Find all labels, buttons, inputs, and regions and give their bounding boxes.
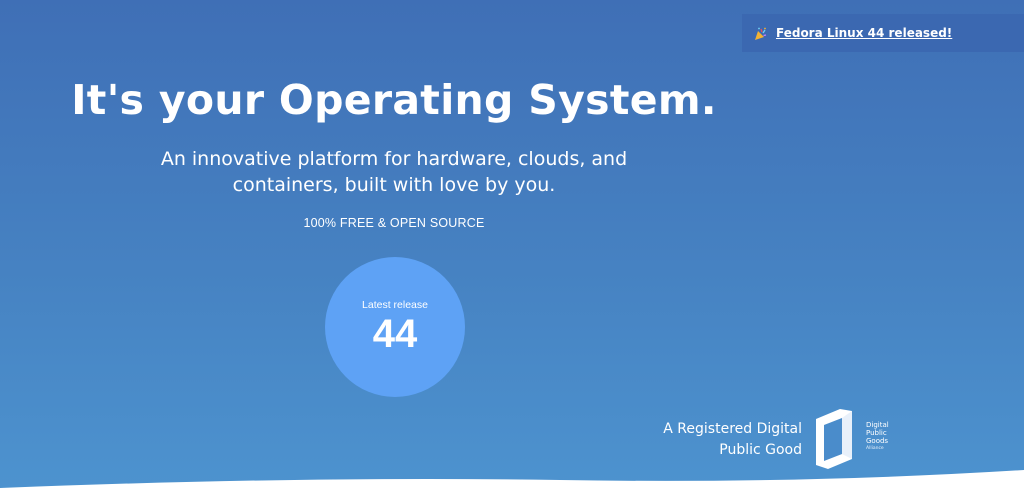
- announcement-banner: Fedora Linux 44 released!: [742, 14, 1024, 52]
- latest-release-version: 44: [372, 312, 418, 356]
- hero-title: It's your Operating System.: [71, 76, 717, 124]
- dpg-alliance-logo-icon[interactable]: [812, 407, 912, 471]
- latest-release-label: Latest release: [362, 299, 428, 311]
- release-announcement-link[interactable]: Fedora Linux 44 released!: [776, 26, 952, 40]
- party-popper-icon: [754, 26, 768, 40]
- dpg-logo-wordmark: Digital Public Goods Alliance: [866, 421, 889, 453]
- hero-subtitle: An innovative platform for hardware, clo…: [0, 146, 788, 198]
- dpg-text-line-2: Public Good: [719, 442, 802, 458]
- bottom-wave-divider: [0, 470, 1024, 490]
- dpg-logo-line-2: Public: [866, 429, 887, 437]
- hero-subtitle-line-1: An innovative platform for hardware, clo…: [160, 148, 628, 170]
- dpg-logo-line-3: Goods: [866, 437, 889, 445]
- dpg-text-line-1: A Registered Digital: [663, 421, 802, 437]
- dpg-logo-line-4: Alliance: [866, 446, 884, 451]
- hero-subtitle-line-2: containers, built with love by you.: [232, 174, 556, 196]
- digital-public-good-text: A Registered Digital Public Good: [612, 419, 802, 461]
- dpg-logo-line-1: Digital: [866, 421, 889, 429]
- latest-release-button[interactable]: Latest release 44: [325, 257, 465, 397]
- free-open-source-label: 100% FREE & OPEN SOURCE: [303, 216, 485, 230]
